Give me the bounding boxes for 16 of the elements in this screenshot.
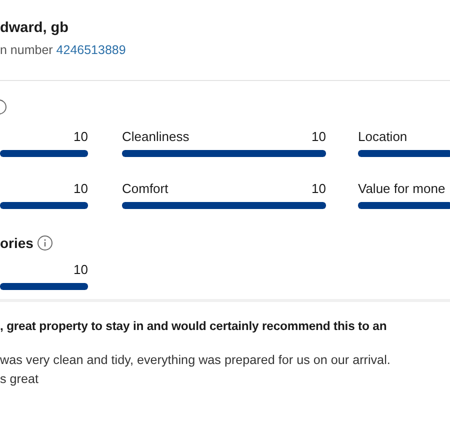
score-value: 10 xyxy=(74,181,88,196)
score-value: 10 xyxy=(312,181,326,196)
booking-number-link[interactable]: 4246513889 xyxy=(56,43,126,57)
score-value: 10 xyxy=(74,262,88,277)
section-title: ories xyxy=(0,235,34,251)
category-label: Cleanliness xyxy=(122,129,190,144)
review-text: s great xyxy=(0,371,40,388)
category-label: Location xyxy=(358,129,408,144)
booking-label: n number xyxy=(0,43,53,57)
review-text: was very clean and tidy, everything was prepared for us on our arrival. xyxy=(0,352,392,369)
score-value: 10 xyxy=(312,129,326,144)
category-label: Comfort xyxy=(122,181,168,196)
score-value: 10 xyxy=(74,129,88,144)
reviewer-name: dward, gb xyxy=(0,19,70,37)
review-title: , great property to stay in and would certainly recommend this to an xyxy=(0,319,388,333)
category-label: Value for mone xyxy=(358,181,446,196)
